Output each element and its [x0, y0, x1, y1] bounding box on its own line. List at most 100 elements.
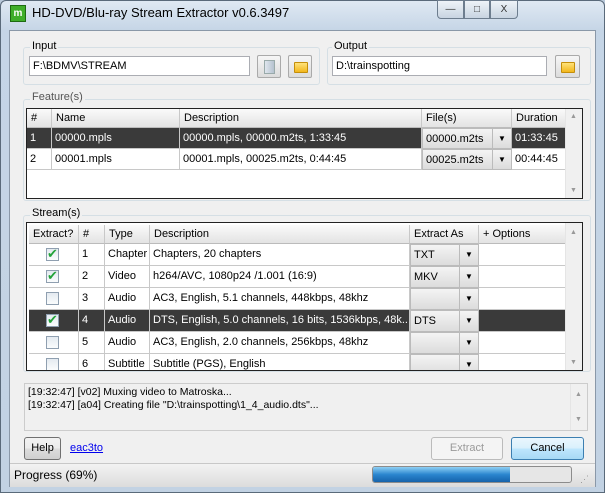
col-header-description[interactable]: Description — [150, 225, 410, 244]
table-row[interactable]: 2 00001.mpls 00001.mpls, 00025.m2ts, 0:44:… — [27, 149, 566, 170]
row-type: Subtitle — [105, 354, 150, 370]
row-description: h264/AVC, 1080p24 /1.001 (16:9) — [150, 266, 410, 288]
row-type: Video — [105, 266, 150, 288]
features-table: # Name Description File(s) Duration 1 000… — [26, 108, 583, 199]
row-duration: 00:44:45 — [512, 149, 566, 170]
extract-as-dropdown[interactable]: MKV ▼ — [410, 266, 479, 288]
help-button[interactable]: Help — [24, 437, 61, 460]
app-icon: m — [10, 5, 26, 22]
table-row[interactable]: 1ChapterChapters, 20 chaptersTXT▼ — [29, 244, 566, 266]
row-description: AC3, English, 2.0 channels, 256kbps, 48k… — [150, 332, 410, 354]
row-type: Chapter — [105, 244, 150, 266]
col-header-name[interactable]: Name — [52, 109, 180, 128]
table-row[interactable]: 1 00000.mpls 00000.mpls, 00000.m2ts, 1:33:… — [27, 128, 566, 149]
extract-checkbox[interactable] — [46, 246, 59, 262]
chevron-down-icon: ▼ — [459, 311, 478, 331]
row-options[interactable] — [479, 244, 566, 266]
row-name: 00000.mpls — [52, 128, 180, 149]
eac3to-link[interactable]: eac3to — [70, 442, 103, 454]
chevron-down-icon: ▼ — [492, 150, 511, 169]
col-header-extract-as[interactable]: Extract As — [410, 225, 479, 244]
extract-checkbox[interactable] — [46, 268, 59, 284]
row-options[interactable] — [479, 332, 566, 354]
input-path-field[interactable]: F:\BDMV\STREAM — [29, 56, 250, 76]
col-header-type[interactable]: Type — [105, 225, 150, 244]
col-header-extract[interactable]: Extract? — [29, 225, 79, 244]
extract-as-dropdown[interactable]: ▼ — [410, 332, 479, 354]
extract-as-dropdown[interactable]: DTS ▼ — [410, 310, 479, 332]
extract-checkbox[interactable] — [46, 292, 59, 305]
extract-as-dropdown[interactable]: ▼ — [410, 354, 479, 370]
chevron-down-icon: ▼ — [459, 267, 478, 287]
input-label: Input — [30, 40, 59, 52]
table-row[interactable]: 6 Subtitle Subtitle (PGS), English ▼ — [29, 354, 566, 370]
streams-table: Extract? # Type Description Extract As +… — [26, 222, 583, 371]
col-header-options[interactable]: + Options — [479, 225, 566, 244]
extract-cell — [29, 310, 79, 332]
table-row[interactable]: 5 Audio AC3, English, 2.0 channels, 256kbp… — [29, 332, 566, 354]
row-options[interactable] — [479, 310, 566, 332]
close-button[interactable]: X — [490, 0, 518, 19]
col-header-num[interactable]: # — [79, 225, 105, 244]
extract-button[interactable]: Extract — [431, 437, 503, 460]
row-options[interactable] — [479, 354, 566, 370]
table-row[interactable]: 3 Audio AC3, English, 5.1 channels, 448kbp… — [29, 288, 566, 310]
progress-bar — [372, 466, 572, 483]
table-row[interactable]: 4AudioDTS, English, 5.0 channels, 16 bit… — [29, 310, 566, 332]
row-num: 3 — [79, 288, 105, 310]
row-description: 00001.mpls, 00025.m2ts, 0:44:45 — [180, 149, 422, 170]
features-label: Feature(s) — [30, 91, 85, 103]
status-text: Progress (69%) — [14, 468, 98, 482]
progress-fill — [373, 467, 510, 482]
extract-checkbox[interactable] — [46, 312, 59, 328]
row-description: AC3, English, 5.1 channels, 448kbps, 48k… — [150, 288, 410, 310]
table-row[interactable]: 2Videoh264/AVC, 1080p24 /1.001 (16:9)MKV… — [29, 266, 566, 288]
chevron-down-icon: ▼ — [459, 355, 478, 370]
file-dropdown[interactable]: 00025.m2ts ▼ — [422, 149, 512, 170]
row-type: Audio — [105, 288, 150, 310]
extract-cell — [29, 266, 79, 288]
resize-grip[interactable]: ⋰ — [580, 474, 589, 485]
streams-scrollbar[interactable]: ▲ ▼ — [565, 223, 582, 370]
cancel-button[interactable]: Cancel — [511, 437, 584, 460]
extract-as-dropdown[interactable]: ▼ — [410, 288, 479, 310]
col-header-duration[interactable]: Duration — [512, 109, 566, 128]
streams-label: Stream(s) — [30, 207, 83, 219]
extract-as-dropdown[interactable]: TXT ▼ — [410, 244, 479, 266]
row-num: 1 — [79, 244, 105, 266]
extract-cell — [29, 354, 79, 370]
output-browse-button[interactable] — [555, 55, 580, 78]
minimize-button[interactable]: — — [437, 0, 464, 19]
extract-cell — [29, 244, 79, 266]
row-num: 1 — [27, 128, 52, 149]
maximize-button[interactable]: □ — [464, 0, 490, 19]
row-description: Chapters, 20 chapters — [150, 244, 410, 266]
row-description: 00000.mpls, 00000.m2ts, 1:33:45 — [180, 128, 422, 149]
input-browse-button[interactable] — [288, 55, 312, 78]
folder-icon — [294, 62, 308, 73]
features-scrollbar[interactable]: ▲ ▼ — [565, 109, 582, 198]
row-options[interactable] — [479, 266, 566, 288]
row-duration: 01:33:45 — [512, 128, 566, 149]
chevron-down-icon: ▼ — [459, 245, 478, 265]
row-description: Subtitle (PGS), English — [150, 354, 410, 370]
extract-checkbox[interactable] — [46, 358, 59, 370]
row-num: 6 — [79, 354, 105, 370]
log-box[interactable]: [19:32:47] [v02] Muxing video to Matrosk… — [24, 383, 588, 431]
log-scrollbar[interactable]: ▲ ▼ — [570, 384, 587, 430]
disc-drive-button[interactable] — [257, 55, 281, 78]
output-label: Output — [332, 40, 370, 52]
col-header-description[interactable]: Description — [180, 109, 422, 128]
col-header-files[interactable]: File(s) — [422, 109, 512, 128]
extract-checkbox[interactable] — [46, 336, 59, 349]
file-dropdown[interactable]: 00000.m2ts ▼ — [422, 128, 512, 149]
output-path-field[interactable]: D:\trainspotting — [332, 56, 547, 76]
row-options[interactable] — [479, 288, 566, 310]
chevron-down-icon: ▼ — [459, 289, 478, 309]
drive-icon — [264, 60, 275, 74]
row-num: 5 — [79, 332, 105, 354]
col-header-num[interactable]: # — [27, 109, 52, 128]
row-name: 00001.mpls — [52, 149, 180, 170]
row-type: Audio — [105, 310, 150, 332]
log-line: [19:32:47] [a04] Creating file "D:\train… — [28, 399, 319, 411]
